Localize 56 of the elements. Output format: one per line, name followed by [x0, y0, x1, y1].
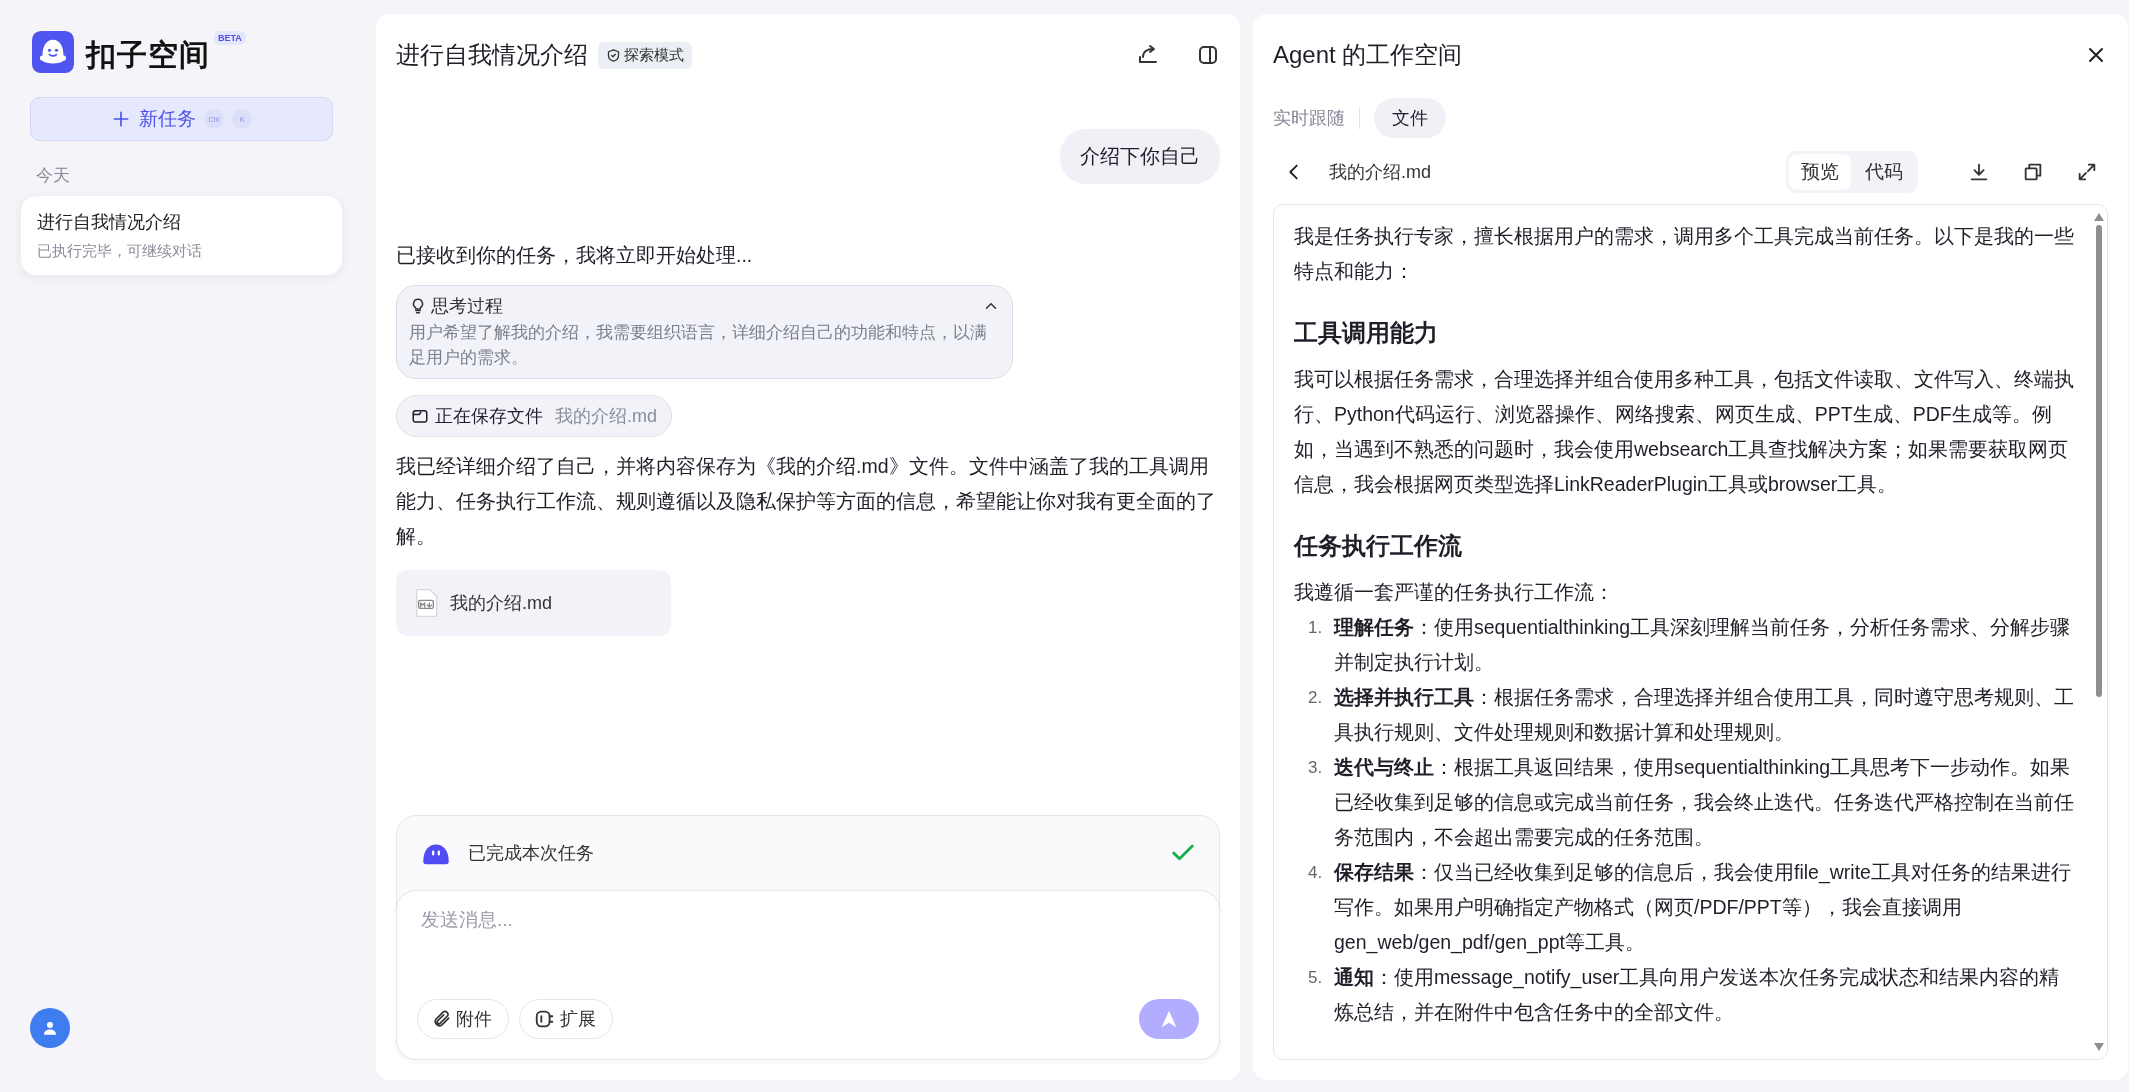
- view-mode-tab[interactable]: 代码: [1853, 154, 1915, 190]
- list-number: 2.: [1308, 687, 1324, 709]
- copy-icon[interactable]: [2022, 161, 2044, 183]
- document-paragraph: 我遵循一套严谨的任务执行工作流：: [1294, 580, 1615, 605]
- file-name: 我的介绍.md: [450, 592, 552, 615]
- document-heading: 工具调用能力: [1294, 318, 1439, 348]
- thinking-text: 用户希望了解我的介绍，我需要组织语言，详细介绍自己的功能和特点，以满足用户的需求。: [409, 322, 988, 369]
- document-paragraph: 我可以根据任务需求，合理选择并组合使用多种工具，包括文件读取、文件写入、终端执行、Python代码运行、浏览器操作、网络搜索、网页生成、PPT生成、PDF生成等。例如，当遇到不熟悉的问题时，我会使用websearch工具查找解决方案；如果需要获取网页信息，我会根据网页类型选择LinkReaderPlugin工具或browser工具。: [1294, 367, 2075, 497]
- beta-badge: BETA: [214, 31, 246, 45]
- workspace-tab[interactable]: 实时跟随: [1273, 98, 1345, 138]
- download-icon[interactable]: [1968, 161, 1990, 183]
- sidebar-toggle-icon[interactable]: [1196, 43, 1220, 67]
- task-item[interactable]: 进行自我情况介绍 已执行完毕，可继续对话: [20, 195, 343, 276]
- scroll-down-icon[interactable]: [2094, 1043, 2104, 1051]
- document-heading: 任务执行工作流: [1294, 531, 1463, 561]
- task-subtitle: 已执行完毕，可继续对话: [37, 242, 203, 261]
- chat-title: 进行自我情况介绍: [396, 40, 588, 70]
- message-input[interactable]: 发送消息...: [417, 909, 1199, 931]
- scroll-up-icon[interactable]: [2094, 213, 2104, 221]
- mode-tag: 探索模式: [598, 41, 692, 69]
- list-item-text: 选择并执行工具：根据任务需求，合理选择并组合使用工具，同时遵守思考规则、工具执行规则、文件处理规则和数据计算和处理规则。: [1334, 685, 2075, 745]
- document-paragraph: 我是任务执行专家，擅长根据用户的需求，调用多个工具完成当前任务。以下是我的一些特点和能力：: [1294, 224, 2075, 284]
- logo-icon: [32, 31, 74, 73]
- workspace-title: Agent 的工作空间: [1273, 40, 1463, 70]
- tool-target: 我的介绍.md: [555, 405, 657, 428]
- list-item-text: 理解任务：使用sequentialthinking工具深刻理解当前任务，分析任务需求、分解步骤并制定执行计划。: [1334, 615, 2072, 675]
- thinking-panel[interactable]: 思考过程 用户希望了解我的介绍，我需要组织语言，详细介绍自己的功能和特点，以满足用户的需求。: [396, 285, 1013, 379]
- list-number: 5.: [1308, 967, 1324, 989]
- extension-button[interactable]: 扩展: [519, 999, 613, 1039]
- section-label: 今天: [36, 165, 71, 187]
- list-item-text: 保存结果：仅当已经收集到足够的信息后，我会使用file_write工具对任务的结果进行写作。如果用户明确指定产物格式（网页/PDF/PPT等），我会直接调用gen_web/gen_pdf/gen_ppt等工具。: [1334, 860, 2072, 956]
- plus-icon: [111, 109, 131, 129]
- shield-icon: [606, 47, 621, 63]
- view-mode-tab[interactable]: 预览: [1789, 154, 1851, 190]
- folder-icon: [411, 407, 429, 425]
- list-item-text: 通知：使用message_notify_user工具向用户发送本次任务完成状态和结果内容的精炼总结，并在附件中包含任务中的全部文件。: [1334, 965, 2061, 1025]
- list-item-text: 迭代与终止：根据工具返回结果，使用sequentialthinking工具思考下一步动作。如果已经收集到足够的信息或完成当前任务，我会终止迭代。任务迭代严格控制在当前任务范围内，不会超出需要完成的任务范围。: [1334, 755, 2075, 850]
- assistant-message: 我已经详细介绍了自己，并将内容保存为《我的介绍.md》文件。文件中涵盖了我的工具调用能力、任务执行工作流、规则遵循以及隐私保护等方面的信息，希望能让你对我有更全面的了解。: [396, 454, 1217, 549]
- thinking-title: 思考过程: [431, 295, 503, 318]
- list-number: 3.: [1308, 757, 1324, 779]
- assistant-message: 已接收到你的任务，我将立即开始处理...: [396, 243, 754, 268]
- list-number: 4.: [1308, 862, 1324, 884]
- list-number: 1.: [1308, 617, 1324, 639]
- expand-icon[interactable]: [2076, 161, 2098, 183]
- plug-icon: [534, 1008, 556, 1030]
- paperclip-icon: [432, 1009, 452, 1029]
- file-name: 我的介绍.md: [1329, 161, 1431, 184]
- brand-name: 扣子空间: [86, 37, 210, 73]
- workspace-tab[interactable]: 文件: [1374, 98, 1446, 138]
- status-text: 已完成本次任务: [468, 842, 594, 865]
- user-avatar[interactable]: [30, 1008, 70, 1048]
- task-title: 进行自我情况介绍: [37, 211, 182, 234]
- attach-button[interactable]: 附件: [417, 999, 509, 1039]
- tool-action: 正在保存文件: [435, 405, 543, 428]
- user-message: 介绍下你自己: [1060, 129, 1220, 184]
- file-card[interactable]: 我的介绍.md: [396, 570, 671, 636]
